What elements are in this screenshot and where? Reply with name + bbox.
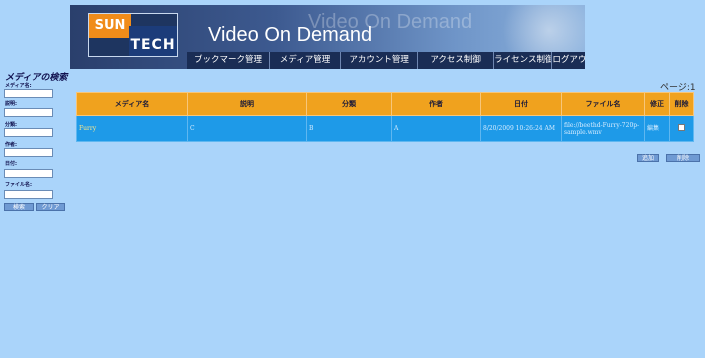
column-header-edit: 修正 bbox=[644, 92, 670, 116]
add-button[interactable]: 追加 bbox=[637, 154, 659, 162]
main-nav: ブックマーク管理 メディア管理 アカウント管理 アクセス制御 ライセンス制御 ロ… bbox=[187, 52, 585, 69]
field-label-media-name: メディア名: bbox=[5, 83, 32, 89]
nav-access-control[interactable]: アクセス制御 bbox=[418, 52, 495, 69]
field-label-filename: ファイル名: bbox=[5, 182, 33, 188]
cell-filename: file://beethd-Furry-720p-sample.wmv bbox=[561, 115, 645, 142]
nav-bookmark-management[interactable]: ブックマーク管理 bbox=[187, 52, 270, 69]
app-title: Video On Demand bbox=[208, 24, 373, 46]
nav-account-management[interactable]: アカウント管理 bbox=[341, 52, 419, 69]
field-label-author: 作者: bbox=[5, 142, 17, 148]
cell-description: C bbox=[187, 115, 307, 142]
cell-media-name[interactable]: Furry bbox=[76, 115, 188, 142]
field-label-date: 日付: bbox=[5, 161, 17, 167]
cell-delete bbox=[669, 115, 694, 142]
description-input[interactable] bbox=[4, 108, 53, 117]
media-name-input[interactable] bbox=[4, 89, 53, 98]
table-row: Furry C B A 8/20/2009 10:26:24 AM file:/… bbox=[76, 115, 694, 142]
column-header-category[interactable]: 分類 bbox=[306, 92, 392, 116]
cell-edit-link[interactable]: 編集 bbox=[644, 115, 670, 142]
author-input[interactable] bbox=[4, 148, 53, 157]
cell-author: A bbox=[391, 115, 481, 142]
date-input[interactable] bbox=[4, 169, 53, 178]
suntech-logo: SUN TECH bbox=[88, 13, 178, 57]
nav-media-management[interactable]: メディア管理 bbox=[270, 52, 342, 69]
clear-button[interactable]: クリア bbox=[36, 203, 65, 211]
filename-input[interactable] bbox=[4, 190, 53, 199]
category-input[interactable] bbox=[4, 128, 53, 137]
cell-date: 8/20/2009 10:26:24 AM bbox=[480, 115, 562, 142]
column-header-description[interactable]: 説明 bbox=[187, 92, 307, 116]
nav-logout[interactable]: ログアウト bbox=[552, 52, 585, 69]
column-header-delete: 削除 bbox=[669, 92, 694, 116]
nav-license-control[interactable]: ライセンス制御 bbox=[494, 52, 553, 69]
delete-checkbox[interactable] bbox=[678, 124, 685, 131]
field-label-description: 説明: bbox=[5, 101, 17, 107]
column-header-filename[interactable]: ファイル名 bbox=[561, 92, 645, 116]
column-header-media-name[interactable]: メディア名 bbox=[76, 92, 188, 116]
logo-sun-text: SUN bbox=[89, 14, 131, 38]
logo-tech-text: TECH bbox=[129, 26, 177, 56]
column-header-author[interactable]: 作者 bbox=[391, 92, 481, 116]
column-header-date[interactable]: 日付 bbox=[480, 92, 562, 116]
search-button[interactable]: 検索 bbox=[4, 203, 34, 211]
table-header-row: メディア名 説明 分類 作者 日付 ファイル名 修正 削除 bbox=[76, 92, 694, 116]
field-label-category: 分類: bbox=[5, 122, 17, 128]
delete-button[interactable]: 削除 bbox=[666, 154, 700, 162]
cell-category: B bbox=[306, 115, 392, 142]
media-table: メディア名 説明 分類 作者 日付 ファイル名 修正 削除 Furry C B … bbox=[76, 92, 694, 142]
